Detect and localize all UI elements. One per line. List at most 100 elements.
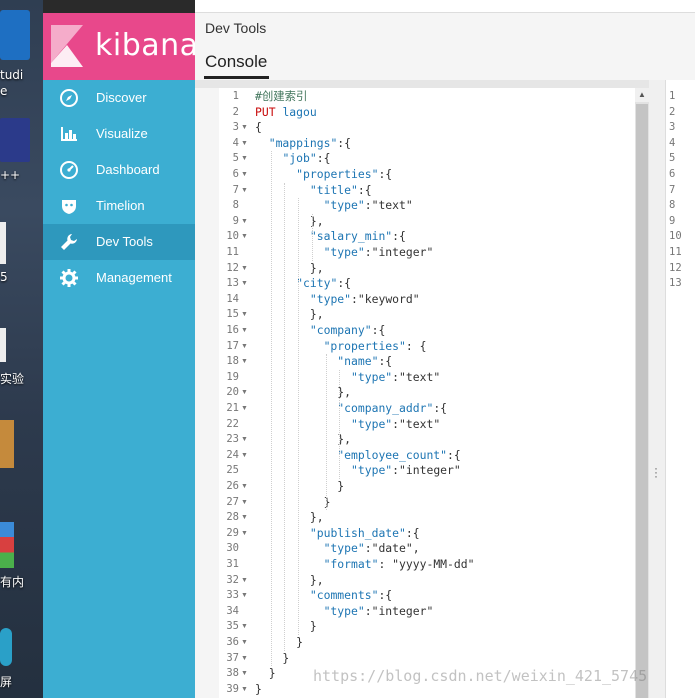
fold-toggle-icon[interactable]: ▼ [241, 588, 248, 604]
fold-toggle-icon[interactable]: ▼ [241, 354, 248, 370]
nav-item-discover[interactable]: Discover [43, 80, 195, 116]
line-number: 19 [226, 370, 239, 383]
code-editor[interactable]: 1 2 3 ▼ 4 ▼ 5 ▼ 6 ▼ 7 ▼ 8 9 ▼ 10 ▼ 11 12 ▼ 13 ▼ 14 15 ▼ 16 ▼ 17 ▼ 18 ▼… [219, 88, 635, 698]
scrollbar-thumb[interactable] [636, 104, 648, 698]
line-number: 3 [232, 121, 239, 134]
fold-toggle-icon[interactable]: ▼ [241, 573, 248, 589]
output-line-number: 1 [669, 90, 676, 102]
code-line[interactable]: "type":"text" [255, 370, 440, 386]
code-line[interactable]: "title":{ [255, 183, 372, 199]
code-line[interactable]: }, [255, 432, 351, 448]
document-icon[interactable] [0, 328, 6, 362]
code-line[interactable]: "properties": { [255, 339, 427, 355]
code-line[interactable]: "type":"integer" [255, 463, 461, 479]
code-line[interactable]: "city":{ [255, 276, 351, 292]
code-line[interactable]: "type":"date", [255, 541, 420, 557]
code-line[interactable]: "type":"keyword" [255, 292, 420, 308]
fold-toggle-icon[interactable]: ▼ [241, 510, 248, 526]
nav-item-management[interactable]: Management [43, 260, 195, 296]
code-line[interactable]: "publish_date":{ [255, 526, 420, 542]
code-line[interactable]: } [255, 635, 303, 651]
code-line[interactable]: PUT lagou [255, 105, 317, 121]
nav-label: Discover [96, 90, 147, 105]
fold-toggle-icon[interactable]: ▼ [241, 151, 248, 167]
code-line[interactable]: } [255, 682, 262, 698]
fold-toggle-icon[interactable]: ▼ [241, 339, 248, 355]
fold-toggle-icon[interactable]: ▼ [241, 307, 248, 323]
code-line[interactable]: "name":{ [255, 354, 392, 370]
line-number: 32 [226, 573, 239, 586]
code-line[interactable]: "mappings":{ [255, 136, 351, 152]
code-line[interactable]: "job":{ [255, 151, 330, 167]
tab-console[interactable]: Console [205, 52, 267, 72]
indent-guide [298, 198, 300, 635]
nav-item-timelion[interactable]: Timelion [43, 188, 195, 224]
fold-toggle-icon[interactable]: ▼ [241, 276, 248, 292]
output-line-number: 12 [669, 261, 682, 274]
line-number: 22 [226, 417, 239, 430]
main-panel: Dev Tools Console 1 2 3 ▼ 4 ▼ 5 ▼ 6 ▼ 7 ▼ 8 9 ▼ 10 ▼ 11 12… [195, 0, 695, 698]
fold-toggle-icon[interactable]: ▼ [241, 183, 248, 199]
code-line[interactable]: } [255, 619, 317, 635]
kibana-logo[interactable]: kibana [43, 13, 198, 80]
fold-toggle-icon[interactable]: ▼ [241, 479, 248, 495]
code-line[interactable]: #创建索引 [255, 89, 307, 105]
code-line[interactable]: }, [255, 510, 324, 526]
fold-toggle-icon[interactable]: ▼ [241, 666, 248, 682]
code-line[interactable]: }, [255, 214, 324, 230]
drag-handle-icon[interactable]: · · · [654, 462, 658, 482]
app-icon-blue[interactable] [0, 10, 30, 60]
code-line[interactable]: }, [255, 385, 351, 401]
fold-toggle-icon[interactable]: ▼ [241, 432, 248, 448]
pane-resizer[interactable] [649, 80, 665, 698]
code-line[interactable]: "company":{ [255, 323, 385, 339]
line-number: 11 [226, 246, 239, 258]
fold-toggle-icon[interactable]: ▼ [241, 448, 248, 464]
code-line[interactable]: "type":"integer" [255, 245, 434, 261]
app-icon-vs[interactable] [0, 118, 30, 162]
code-line[interactable]: "comments":{ [255, 588, 392, 604]
app-icon-teal[interactable] [0, 628, 12, 666]
code-line[interactable]: "format": "yyyy-MM-dd" [255, 557, 475, 573]
code-line[interactable]: "salary_min":{ [255, 229, 406, 245]
fold-toggle-icon[interactable]: ▼ [241, 401, 248, 417]
fold-toggle-icon[interactable]: ▼ [241, 229, 248, 245]
document-icon[interactable] [0, 222, 6, 264]
code-line[interactable]: } [255, 666, 276, 682]
fold-toggle-icon[interactable]: ▼ [241, 651, 248, 667]
code-line[interactable]: "type":"text" [255, 417, 440, 433]
fold-toggle-icon[interactable]: ▼ [241, 323, 248, 339]
code-line[interactable]: } [255, 479, 344, 495]
code-line[interactable]: "type":"text" [255, 198, 413, 214]
watermark-text: https://blog.csdn.net/weixin_421_5745 [313, 667, 648, 685]
code-line[interactable]: } [255, 495, 331, 511]
fold-toggle-icon[interactable]: ▼ [241, 385, 248, 401]
code-line[interactable]: } [255, 651, 289, 667]
code-line[interactable]: }, [255, 261, 324, 277]
nav-item-dev-tools[interactable]: Dev Tools [43, 224, 195, 260]
code-line[interactable]: "employee_count":{ [255, 448, 460, 464]
fold-toggle-icon[interactable]: ▼ [241, 619, 248, 635]
code-line[interactable]: }, [255, 307, 324, 323]
image-icon[interactable] [0, 420, 14, 468]
fold-toggle-icon[interactable]: ▼ [241, 261, 248, 277]
code-line[interactable]: "properties":{ [255, 167, 392, 183]
scroll-up-arrow-icon[interactable]: ▲ [635, 88, 649, 102]
fold-toggle-icon[interactable]: ▼ [241, 526, 248, 542]
fold-toggle-icon[interactable]: ▼ [241, 120, 248, 136]
fold-toggle-icon[interactable]: ▼ [241, 635, 248, 651]
fold-toggle-icon[interactable]: ▼ [241, 682, 248, 698]
fold-toggle-icon[interactable]: ▼ [241, 214, 248, 230]
archive-icon[interactable] [0, 522, 14, 568]
fold-toggle-icon[interactable]: ▼ [241, 167, 248, 183]
fold-toggle-icon[interactable]: ▼ [241, 136, 248, 152]
logo-text: kibana [95, 28, 199, 63]
code-line[interactable]: "type":"integer" [255, 604, 434, 620]
desktop-background: tudi e ++ 5 实验 有内 屏 [0, 0, 43, 698]
code-line[interactable]: { [255, 120, 262, 136]
code-line[interactable]: }, [255, 573, 324, 589]
line-number: 35 [226, 620, 239, 633]
fold-toggle-icon[interactable]: ▼ [241, 495, 248, 511]
nav-item-visualize[interactable]: Visualize [43, 116, 195, 152]
nav-item-dashboard[interactable]: Dashboard [43, 152, 195, 188]
